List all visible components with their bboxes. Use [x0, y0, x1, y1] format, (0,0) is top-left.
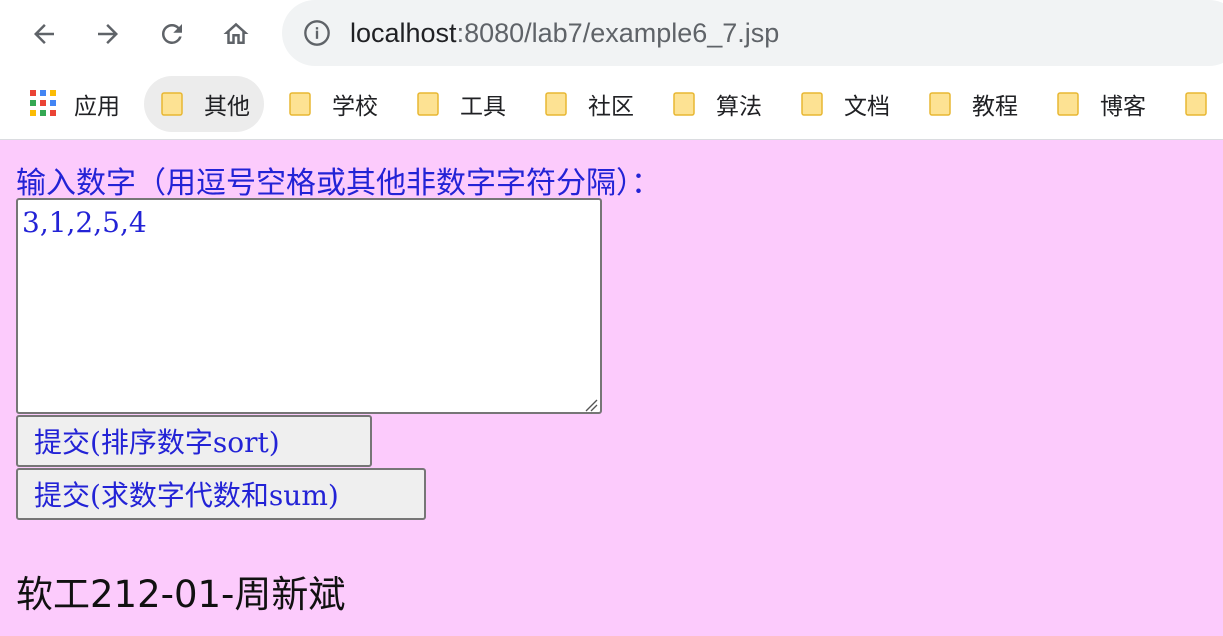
bookmark-label: 社区: [588, 94, 634, 120]
url-path: :8080/lab7/example6_7.jsp: [456, 17, 780, 48]
input-prompt-label: 输入数字（用逗号空格或其他非数字字符分隔）：: [16, 166, 661, 201]
bookmark-label: 教程: [972, 94, 1018, 120]
bookmark-folder-overflow[interactable]: [1184, 76, 1208, 132]
folder-icon: [929, 92, 951, 116]
bookmark-folder-school[interactable]: 学校: [288, 76, 378, 132]
folder-icon: [673, 92, 695, 116]
page-content: 输入数字（用逗号空格或其他非数字字符分隔）： 3,1,2,5,4 提交(排序数字…: [0, 140, 1223, 636]
folder-icon: [161, 92, 183, 116]
bookmark-label: 其他: [204, 94, 250, 120]
folder-icon: [1057, 92, 1079, 116]
resize-grip-icon[interactable]: [584, 398, 598, 412]
bookmark-folder-algorithms[interactable]: 算法: [672, 76, 762, 132]
bookmark-folder-other[interactable]: 其他: [144, 76, 264, 132]
author-label: 软工212-01-周新斌: [16, 573, 346, 616]
arrow-left-icon: [34, 24, 54, 44]
bookmark-folder-tools[interactable]: 工具: [416, 76, 506, 132]
bookmark-folder-docs[interactable]: 文档: [800, 76, 890, 132]
folder-icon: [417, 92, 439, 116]
bookmark-folder-blogs[interactable]: 博客: [1056, 76, 1146, 132]
bookmark-label: 博客: [1100, 94, 1146, 120]
folder-icon: [801, 92, 823, 116]
submit-sum-button[interactable]: 提交(求数字代数和sum): [16, 468, 426, 520]
numbers-textarea[interactable]: 3,1,2,5,4: [16, 198, 602, 414]
bookmark-apps-label: 应用: [74, 94, 120, 120]
bookmark-apps[interactable]: 应用: [16, 76, 134, 132]
bookmark-folder-tutorials[interactable]: 教程: [928, 76, 1018, 132]
bookmark-label: 学校: [332, 94, 378, 120]
bookmark-folder-community[interactable]: 社区: [544, 76, 634, 132]
home-icon: [223, 22, 249, 44]
back-button[interactable]: [24, 14, 64, 54]
url-host: localhost: [350, 17, 457, 48]
folder-icon: [289, 92, 311, 116]
arrow-right-icon: [98, 24, 118, 44]
bookmark-label: 文档: [844, 94, 890, 120]
submit-sort-button[interactable]: 提交(排序数字sort): [16, 415, 372, 467]
reload-button[interactable]: [152, 14, 192, 54]
browser-toolbar: localhost:8080/lab7/example6_7.jsp 应用 其他…: [0, 0, 1223, 140]
bookmark-label: 算法: [716, 94, 762, 120]
forward-button[interactable]: [88, 14, 128, 54]
url-text: localhost:8080/lab7/example6_7.jsp: [350, 18, 779, 49]
bookmark-label: 工具: [460, 94, 506, 120]
folder-icon: [545, 92, 567, 116]
reload-icon: [161, 23, 182, 44]
apps-grid-icon: [30, 90, 58, 118]
home-button[interactable]: [216, 14, 256, 54]
navigation-row: localhost:8080/lab7/example6_7.jsp: [0, 0, 1223, 68]
address-bar[interactable]: localhost:8080/lab7/example6_7.jsp: [282, 0, 1223, 66]
folder-icon: [1185, 92, 1207, 116]
bookmarks-bar: 应用 其他 学校 工具 社区 算法 文档 教程 博客: [0, 72, 1223, 136]
info-icon[interactable]: [302, 18, 332, 48]
